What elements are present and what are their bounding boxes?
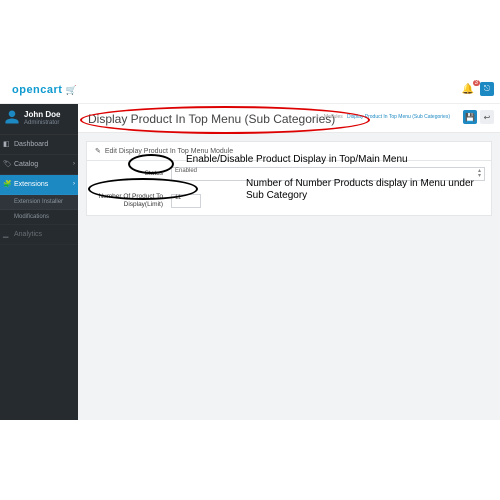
sidebar-item-label: Extensions: [14, 181, 48, 188]
sidebar-item-label: Analytics: [14, 231, 42, 238]
limit-value: 11: [175, 195, 181, 201]
status-label: Status: [93, 170, 171, 178]
chevron-right-icon: ›: [73, 161, 75, 167]
sidebar-item-label: Catalog: [14, 161, 38, 168]
notification-badge: 3: [473, 80, 480, 86]
user-role: Administrator: [24, 120, 73, 126]
content-area: Display Product In Top Menu (Sub Categor…: [78, 104, 500, 420]
sidebar-sub-modifications[interactable]: Modifications: [0, 210, 78, 225]
sidebar-item-label: Modifications: [14, 214, 49, 220]
pencil-icon: ✎: [95, 148, 101, 155]
logo-text: opencart: [12, 84, 62, 96]
status-value: Enabled: [175, 168, 197, 174]
cart-icon: 🛒: [62, 85, 77, 95]
user-icon: [4, 109, 20, 125]
limit-label: Number Of Product To Display(Limit): [93, 193, 171, 209]
logout-button[interactable]: ⎋: [480, 82, 494, 96]
breadcrumb-home-icon[interactable]: ⌂: [317, 114, 320, 120]
cancel-button[interactable]: ↩: [480, 110, 494, 124]
limit-input[interactable]: 11: [171, 194, 201, 208]
sidebar: John Doe Administrator ◧ Dashboard 🏷Catal…: [0, 104, 78, 420]
analytics-icon: ▁: [3, 230, 8, 238]
annotation-text-status: Enable/Disable Product Display in Top/Ma…: [186, 154, 466, 166]
sidebar-item-analytics[interactable]: ▁ Analytics: [0, 225, 78, 245]
annotation-text-limit: Number of Number Products display in Men…: [246, 178, 486, 201]
chevron-right-icon: ›: [73, 181, 75, 187]
user-name: John Doe: [24, 110, 73, 119]
user-block: John Doe Administrator: [0, 104, 78, 135]
breadcrumb: ⌂ Modules Display Product In Top Menu (S…: [317, 114, 450, 120]
dashboard-icon: ◧: [3, 140, 10, 148]
topbar: opencart 🛒 🔔3 ⎋: [0, 80, 500, 104]
catalog-icon: 🏷: [3, 160, 12, 168]
save-button[interactable]: 💾: [463, 110, 477, 124]
sidebar-item-label: Extension Installer: [14, 199, 63, 205]
extensions-icon: 🧩: [3, 180, 12, 188]
sidebar-item-catalog[interactable]: 🏷Catalog ›: [0, 155, 78, 175]
sidebar-sub-extension-installer[interactable]: Extension Installer: [0, 195, 78, 210]
notification-icon[interactable]: 🔔3: [462, 84, 474, 95]
sidebar-item-label: Dashboard: [14, 141, 48, 148]
logo: opencart 🛒: [12, 84, 77, 96]
breadcrumb-item[interactable]: Modules: [324, 114, 343, 120]
sidebar-item-extensions[interactable]: 🧩Extensions ›: [0, 175, 78, 195]
page-header: Display Product In Top Menu (Sub Categor…: [78, 104, 500, 133]
sidebar-item-dashboard[interactable]: ◧ Dashboard: [0, 135, 78, 155]
breadcrumb-item[interactable]: Display Product In Top Menu (Sub Categor…: [347, 114, 450, 120]
